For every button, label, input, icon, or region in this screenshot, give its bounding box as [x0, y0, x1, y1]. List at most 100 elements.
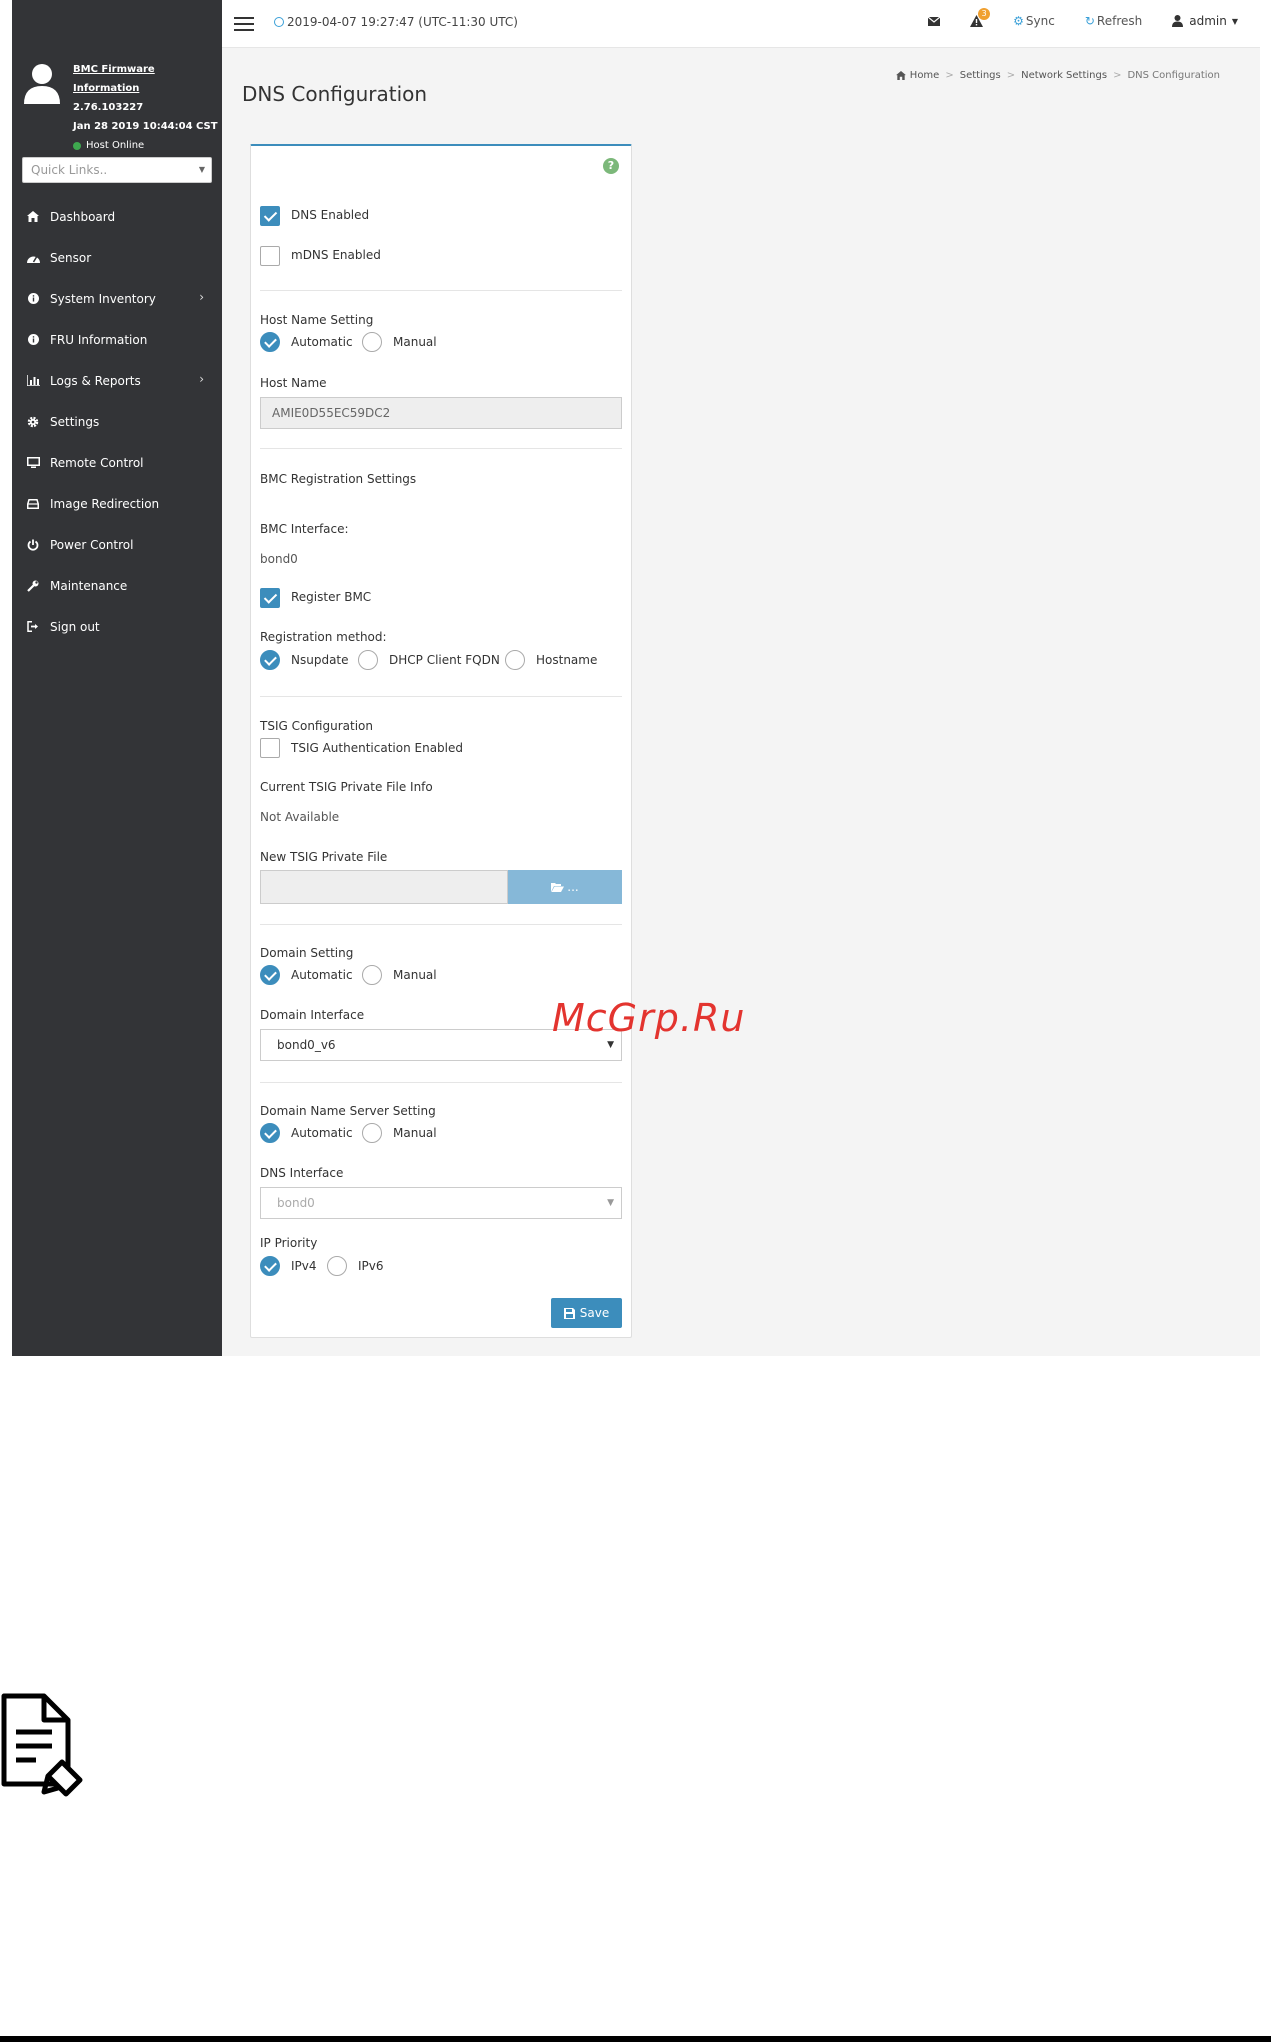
ipv4-radio[interactable] [260, 1256, 280, 1276]
sidebar-item-maintenance[interactable]: Maintenance [12, 565, 222, 606]
breadcrumb-network-settings[interactable]: Network Settings [1021, 70, 1107, 81]
bmc-interface-value: bond0 [260, 552, 298, 566]
dns-enabled-label: DNS Enabled [291, 208, 370, 222]
sidebar-item-system-inventory[interactable]: System Inventory › [12, 278, 222, 319]
gauge-icon [26, 251, 40, 265]
domain-automatic-radio[interactable] [260, 965, 280, 985]
sidebar-item-label: FRU Information [50, 332, 148, 347]
domain-manual-radio[interactable] [362, 965, 382, 985]
domain-interface-value: bond0_v6 [277, 1038, 336, 1052]
host-status-label: Host Online [86, 140, 145, 151]
host-name-input[interactable]: AMIE0D55EC59DC2 [260, 397, 622, 429]
sidebar-item-dashboard[interactable]: Dashboard [12, 196, 222, 237]
dns-server-manual-radio[interactable] [362, 1123, 382, 1143]
alerts-button[interactable]: 3 [970, 8, 991, 27]
breadcrumb-home[interactable]: Home [910, 70, 940, 81]
user-avatar-icon [24, 64, 60, 104]
info-circle-icon [26, 333, 40, 347]
nsupdate-radio[interactable] [260, 650, 280, 670]
top-right-controls: 3 ⚙ Sync ↻ Refresh admin ▼ [898, 8, 1238, 28]
divider [260, 448, 622, 449]
sync-button[interactable]: ⚙ Sync [1013, 14, 1055, 28]
dhcp-client-fqdn-radio[interactable] [358, 650, 378, 670]
save-button[interactable]: Save [551, 1298, 622, 1328]
menu-toggle-icon[interactable] [234, 17, 254, 31]
ip-priority-label: IP Priority [260, 1236, 318, 1250]
sidebar-item-sign-out[interactable]: Sign out [12, 606, 222, 647]
save-label: Save [579, 1306, 610, 1320]
sidebar-item-sensor[interactable]: Sensor [12, 237, 222, 278]
dns-server-automatic-label: Automatic [291, 1126, 353, 1140]
domain-automatic-label: Automatic [291, 968, 353, 982]
domain-manual-label: Manual [393, 968, 437, 982]
hostname-radio[interactable] [505, 650, 525, 670]
sidebar-item-remote-control[interactable]: Remote Control [12, 442, 222, 483]
status-dot-icon [73, 141, 81, 150]
info-circle-icon [26, 292, 40, 306]
host-status: Host Online [73, 136, 222, 155]
breadcrumb-separator: > [1006, 70, 1016, 81]
mdns-enabled-checkbox[interactable] [260, 246, 280, 266]
host-name-manual-radio[interactable] [362, 332, 382, 352]
divider [260, 1082, 622, 1083]
divider [260, 924, 622, 925]
dns-interface-select[interactable]: bond0 ▼ [260, 1187, 622, 1219]
new-tsig-label: New TSIG Private File [260, 850, 388, 864]
browse-file-button[interactable]: ... [508, 870, 622, 904]
power-icon [26, 538, 40, 552]
breadcrumb-current: DNS Configuration [1127, 70, 1220, 81]
sidebar-item-image-redirection[interactable]: Image Redirection [12, 483, 222, 524]
watermark-text: McGrp.Ru [552, 996, 746, 1040]
sidebar-item-power-control[interactable]: Power Control [12, 524, 222, 565]
home-icon [895, 71, 906, 80]
host-name-automatic-radio[interactable] [260, 332, 280, 352]
top-navbar: 2019-04-07 19:27:47 (UTC-11:30 UTC) 3 ⚙ … [222, 0, 1260, 48]
tsig-auth-enabled-checkbox[interactable] [260, 738, 280, 758]
user-label: admin [1189, 14, 1227, 28]
breadcrumb-settings[interactable]: Settings [960, 70, 1001, 81]
ipv6-label: IPv6 [358, 1259, 384, 1273]
caret-down-icon: ▼ [198, 165, 205, 174]
folder-open-icon [551, 883, 565, 892]
dns-server-automatic-radio[interactable] [260, 1123, 280, 1143]
sidebar-item-fru-information[interactable]: FRU Information [12, 319, 222, 360]
bmc-registration-settings-label: BMC Registration Settings [260, 472, 417, 486]
refresh-button[interactable]: ↻ Refresh [1085, 14, 1142, 28]
nsupdate-label: Nsupdate [291, 653, 349, 667]
quick-links-placeholder: Quick Links.. [31, 163, 108, 177]
dns-interface-value: bond0 [277, 1196, 315, 1210]
dns-config-panel: ? DNS Enabled mDNS Enabled Host Name Set… [250, 144, 632, 1338]
sidebar-item-label: Sensor [50, 250, 92, 265]
dashboard-icon [26, 210, 40, 224]
user-menu[interactable]: admin ▼ [1172, 14, 1238, 28]
bar-chart-icon [26, 374, 40, 388]
sidebar-item-label: Power Control [50, 537, 134, 552]
firmware-info-link[interactable]: BMC Firmware Information [73, 60, 222, 98]
ipv6-radio[interactable] [327, 1256, 347, 1276]
help-icon[interactable]: ? [603, 158, 619, 174]
datetime-display: 2019-04-07 19:27:47 (UTC-11:30 UTC) [274, 15, 518, 29]
page-title: DNS Configuration [242, 82, 428, 106]
quick-links-select[interactable]: Quick Links.. ▼ [22, 157, 212, 183]
caret-down-icon: ▼ [1231, 16, 1238, 26]
host-name-setting-label: Host Name Setting [260, 313, 374, 327]
register-bmc-checkbox[interactable] [260, 588, 280, 608]
register-bmc-label: Register BMC [291, 590, 372, 604]
sidebar-item-settings[interactable]: Settings [12, 401, 222, 442]
dns-enabled-checkbox[interactable] [260, 206, 280, 226]
user-icon [1172, 15, 1184, 27]
bmc-web-ui: BMC Firmware Information 2.76.103227 Jan… [12, 0, 1260, 1356]
tsig-file-input[interactable] [260, 870, 508, 904]
alert-count-badge: 3 [978, 8, 991, 20]
sidebar-nav: Dashboard Sensor System Inventory › FRU [12, 196, 222, 647]
wrench-icon [26, 579, 40, 593]
sidebar-item-logs-reports[interactable]: Logs & Reports › [12, 360, 222, 401]
divider [260, 696, 622, 697]
dhcp-client-fqdn-label: DHCP Client FQDN [389, 653, 500, 667]
monitor-icon [26, 456, 40, 470]
messages-button[interactable] [928, 16, 941, 26]
firmware-info: BMC Firmware Information 2.76.103227 Jan… [73, 60, 222, 155]
sync-label: Sync [1025, 14, 1055, 28]
floppy-disk-icon [563, 1307, 575, 1319]
sidebar-item-label: Dashboard [50, 209, 116, 224]
